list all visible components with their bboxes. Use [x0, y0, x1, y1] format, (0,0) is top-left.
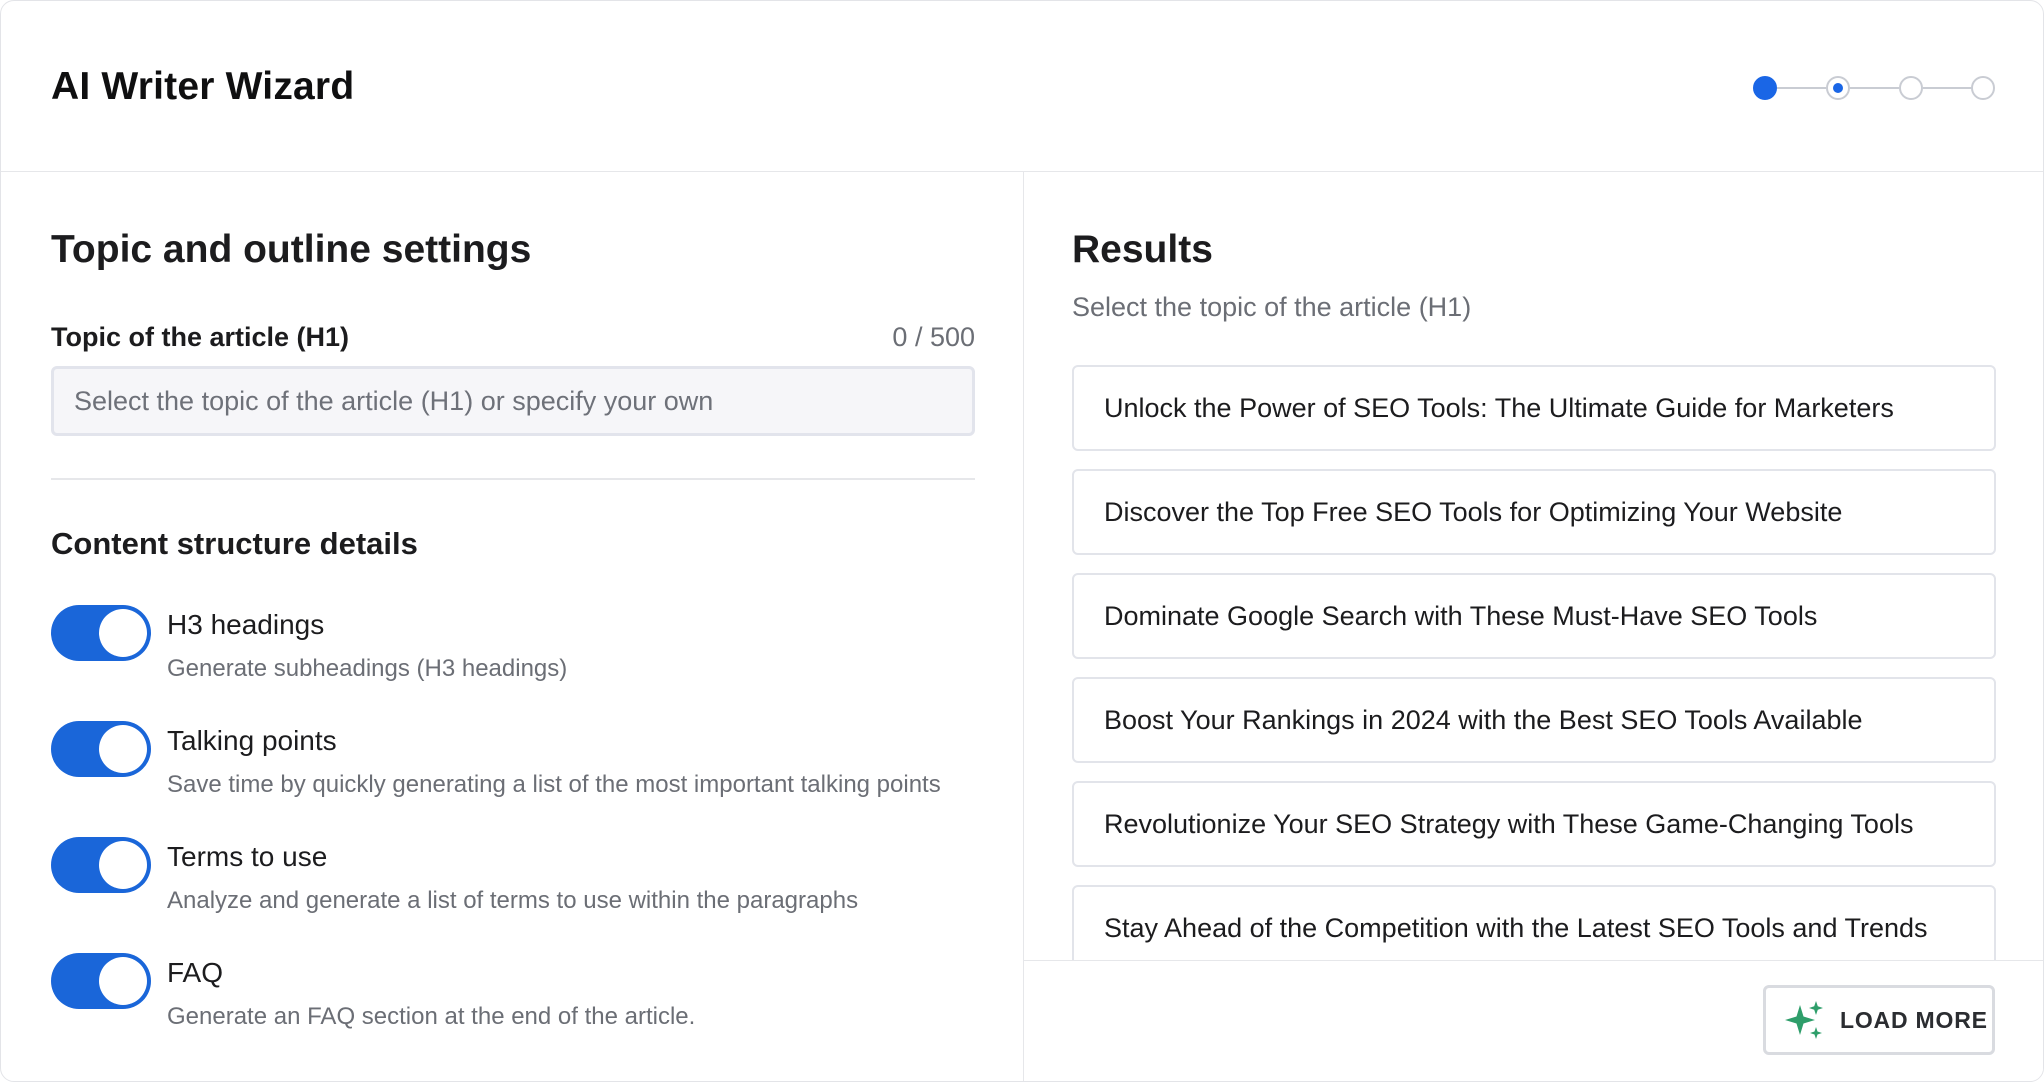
result-item[interactable]: Discover the Top Free SEO Tools for Opti…	[1072, 469, 1996, 555]
option-talking-points: Talking points Save time by quickly gene…	[51, 721, 991, 811]
option-faq: FAQ Generate an FAQ section at the end o…	[51, 953, 991, 1043]
result-item[interactable]: Dominate Google Search with These Must-H…	[1072, 573, 1996, 659]
toggle-knob	[99, 609, 147, 657]
results-subtitle: Select the topic of the article (H1)	[1072, 292, 1472, 322]
option-description: Generate subheadings (H3 headings)	[167, 655, 568, 682]
toggle-knob	[99, 841, 147, 889]
faq-toggle[interactable]	[51, 953, 151, 1009]
results-list[interactable]: Unlock the Power of SEO Tools: The Ultim…	[1072, 365, 1996, 960]
option-title: FAQ	[167, 957, 224, 988]
settings-panel: Topic and outline settings Topic of the …	[1, 172, 1023, 1081]
results-panel: Results Select the topic of the article …	[1024, 172, 2043, 1081]
step-1-indicator[interactable]	[1753, 76, 1777, 100]
talking-points-toggle[interactable]	[51, 721, 151, 777]
topic-label: Topic of the article (H1)	[51, 322, 350, 352]
step-2-indicator[interactable]	[1826, 76, 1850, 100]
results-footer: LOAD MORE	[1024, 960, 2043, 1081]
stepper-connector	[1923, 87, 1972, 89]
result-item[interactable]: Revolutionize Your SEO Strategy with The…	[1072, 781, 1996, 867]
option-title: Terms to use	[167, 841, 328, 872]
toggle-knob	[99, 725, 147, 773]
ai-writer-wizard-window: AI Writer Wizard Topic and outline setti…	[0, 0, 2044, 1082]
settings-title: Topic and outline settings	[51, 228, 532, 271]
stepper-connector	[1850, 87, 1899, 89]
toggle-knob	[99, 957, 147, 1005]
step-4-indicator[interactable]	[1971, 76, 1995, 100]
wizard-stepper	[1753, 75, 1995, 101]
result-item[interactable]: Unlock the Power of SEO Tools: The Ultim…	[1072, 365, 1996, 451]
result-item[interactable]: Stay Ahead of the Competition with the L…	[1072, 885, 1996, 960]
section-divider	[51, 478, 975, 480]
results-title: Results	[1072, 228, 1213, 271]
result-item[interactable]: Boost Your Rankings in 2024 with the Bes…	[1072, 677, 1996, 763]
h3-headings-toggle[interactable]	[51, 605, 151, 661]
option-title: H3 headings	[167, 609, 325, 640]
option-h3-headings: H3 headings Generate subheadings (H3 hea…	[51, 605, 991, 695]
page-title: AI Writer Wizard	[51, 65, 355, 108]
load-more-label: LOAD MORE	[1840, 1006, 1988, 1033]
content-structure-title: Content structure details	[51, 526, 418, 561]
option-description: Save time by quickly generating a list o…	[167, 771, 941, 798]
option-terms-to-use: Terms to use Analyze and generate a list…	[51, 837, 991, 927]
option-description: Generate an FAQ section at the end of th…	[167, 1003, 696, 1030]
topic-input[interactable]	[51, 366, 975, 436]
topic-char-count: 0 / 500	[892, 322, 975, 352]
stepper-connector	[1777, 87, 1826, 89]
wizard-header: AI Writer Wizard	[1, 1, 2043, 172]
option-description: Analyze and generate a list of terms to …	[167, 887, 859, 914]
option-title: Talking points	[167, 725, 337, 756]
step-3-indicator[interactable]	[1899, 76, 1923, 100]
sparkle-icon	[1785, 1001, 1823, 1039]
load-more-button[interactable]: LOAD MORE	[1763, 985, 1995, 1055]
terms-to-use-toggle[interactable]	[51, 837, 151, 893]
